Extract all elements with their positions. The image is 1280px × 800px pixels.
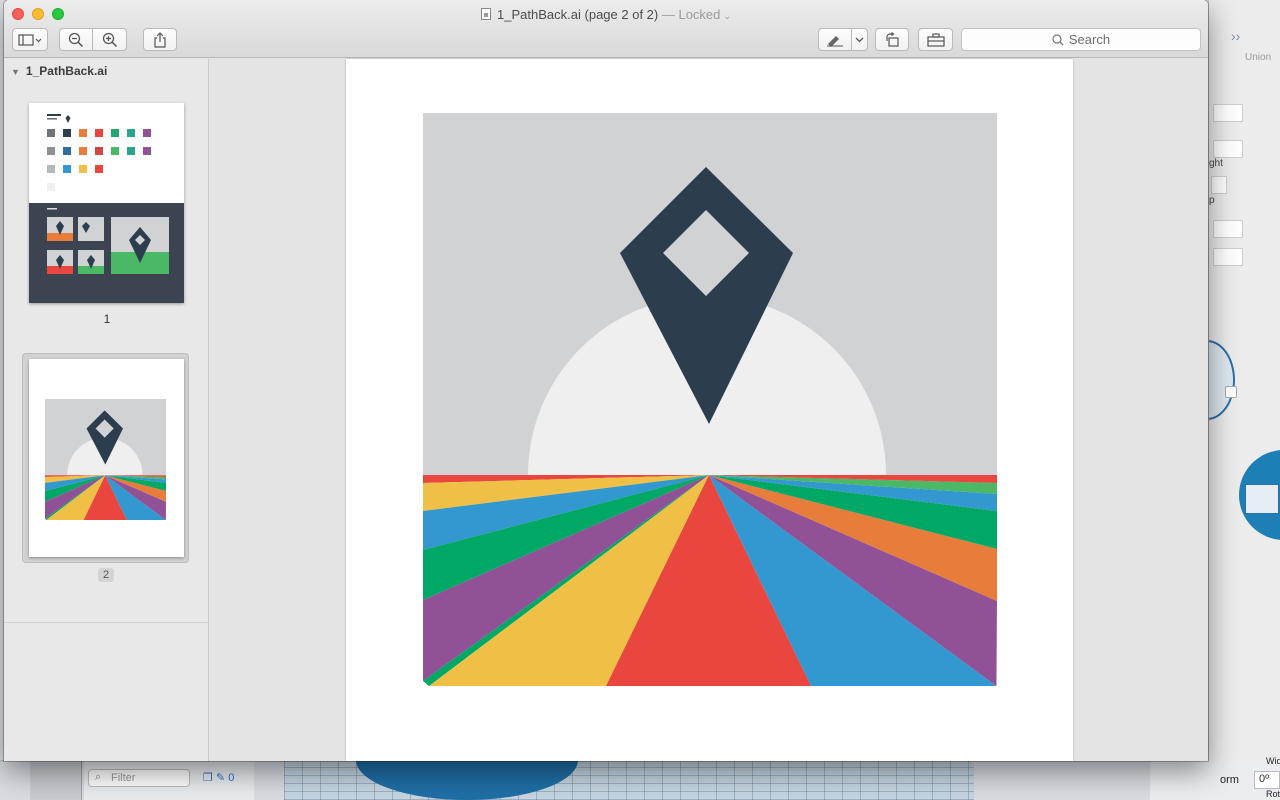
color-swatch [79, 165, 87, 173]
window-title[interactable]: 1_PathBack.ai (page 2 of 2) — Locked ⌄ [4, 7, 1208, 22]
color-swatch [63, 129, 71, 137]
color-swatch [143, 129, 151, 137]
color-swatch [127, 147, 135, 155]
filter-icons[interactable]: ❐ ✎ 0 [203, 771, 234, 784]
color-swatch [95, 165, 103, 173]
color-swatch [127, 129, 135, 137]
rotate-button[interactable] [875, 28, 909, 51]
preview-window: 1_PathBack.ai (page 2 of 2) — Locked ⌄ S… [4, 0, 1208, 761]
copy-icon[interactable]: ❐ [203, 772, 213, 784]
sidebar-document-name: 1_PathBack.ai [25, 64, 108, 78]
page-thumbnail-1[interactable] [29, 103, 184, 303]
blue-circle-shape [1209, 340, 1235, 420]
p-label: p [1209, 195, 1215, 206]
color-swatch [63, 147, 71, 155]
color-swatch [143, 147, 151, 155]
page-1-preview [29, 103, 184, 303]
thumbnail-sidebar: ▼ 1_PathBack.ai 1 2 [4, 59, 209, 761]
inspector-field[interactable] [1213, 104, 1243, 122]
color-swatch [95, 129, 103, 137]
thumbnail-artwork [45, 399, 166, 520]
inspector-select[interactable] [1213, 248, 1243, 266]
filter-count: 0 [228, 772, 235, 784]
chevron-down-icon: ⌄ [723, 11, 731, 21]
pen-icon[interactable]: ✎ [216, 772, 225, 784]
zoom-out-icon [68, 32, 84, 47]
rotate-left-icon [886, 31, 899, 47]
color-swatch [111, 129, 119, 137]
search-icon [1052, 33, 1064, 45]
share-button[interactable] [143, 28, 177, 51]
page-number-1: 1 [103, 312, 111, 326]
color-swatch [63, 165, 71, 173]
color-swatch [79, 147, 87, 155]
rotation-label: Rot [1266, 789, 1280, 799]
share-icon [154, 31, 166, 48]
markup-dropdown-button[interactable] [851, 28, 868, 51]
filter-placeholder: Filter [111, 772, 136, 784]
page-number-2: 2 [98, 568, 114, 582]
document-viewer[interactable] [210, 59, 1208, 761]
sidebar-icon [18, 33, 42, 46]
page-info: (page 2 of 2) [584, 7, 659, 22]
transform-label: orm [1220, 774, 1239, 786]
inspector-field[interactable] [1213, 220, 1243, 238]
sidebar-divider [4, 622, 209, 623]
sidebar-toggle-button[interactable] [12, 28, 48, 51]
doc-name: 1_PathBack.ai [497, 7, 581, 22]
color-swatch [47, 147, 55, 155]
inspector-button[interactable] [1211, 176, 1227, 194]
color-swatch [47, 165, 55, 173]
toolbox-button[interactable] [918, 28, 953, 51]
markup-pen-icon [827, 35, 843, 47]
color-swatch [47, 129, 55, 137]
search-placeholder: Search [1068, 32, 1111, 47]
background-inspector-panel: ›› Union ght p [1208, 0, 1280, 760]
filter-input[interactable]: ⌕ Filter [88, 769, 190, 787]
double-chevron-icon[interactable]: ›› [1231, 28, 1240, 44]
inspector-checkbox[interactable] [1225, 386, 1237, 398]
union-label: Union [1245, 52, 1272, 63]
width-label: Wid [1266, 756, 1280, 766]
zoom-in-icon [102, 32, 117, 47]
blue-blob-inner [1245, 484, 1279, 514]
page-2-preview [45, 399, 166, 520]
titlebar: 1_PathBack.ai (page 2 of 2) — Locked ⌄ S… [4, 0, 1208, 58]
toolbox-icon [926, 32, 945, 47]
disclosure-triangle-icon[interactable]: ▼ [11, 67, 20, 77]
color-swatch [95, 147, 103, 155]
rotation-field[interactable]: 0º [1254, 771, 1280, 789]
chevron-down-icon [855, 37, 864, 42]
height-label: ght [1209, 158, 1223, 169]
search-input[interactable]: Search [961, 28, 1201, 51]
color-swatch [79, 129, 87, 137]
sidebar-document-header[interactable]: ▼ 1_PathBack.ai [11, 64, 107, 78]
markup-button[interactable] [818, 28, 852, 51]
document-page [346, 59, 1073, 761]
pathback-artwork [423, 113, 997, 686]
page-thumbnail-2[interactable] [29, 359, 184, 557]
background-left-strip [30, 760, 82, 800]
zoom-out-button[interactable] [59, 28, 93, 51]
locked-status: — Locked [661, 7, 721, 22]
search-icon: ⌕ [95, 771, 102, 783]
document-icon [481, 8, 492, 20]
inspector-field[interactable] [1213, 140, 1243, 158]
zoom-in-button[interactable] [92, 28, 127, 51]
color-swatch [111, 147, 119, 155]
